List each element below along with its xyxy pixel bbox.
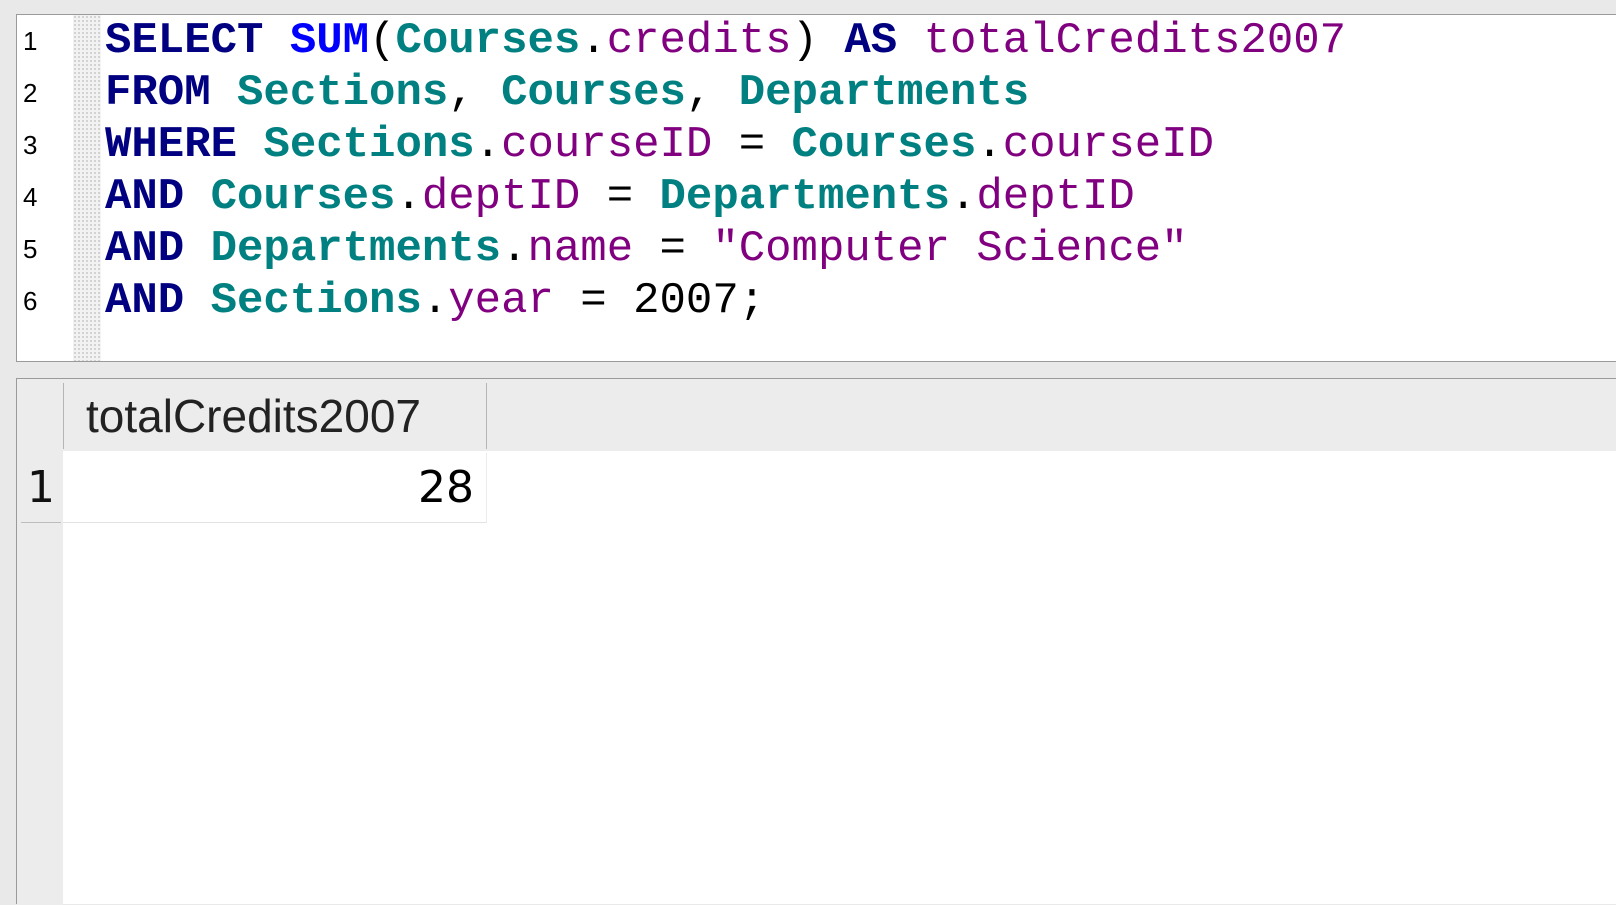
- code-line[interactable]: WHERE Sections.courseID = Courses.course…: [105, 119, 1214, 171]
- code-token-kw: WHERE: [105, 120, 238, 170]
- code-token-kw: AS: [844, 16, 898, 66]
- line-number: 1: [23, 26, 38, 56]
- line-number: 6: [23, 286, 38, 316]
- row-number[interactable]: 1: [21, 453, 61, 523]
- code-token-tbl: Sections: [210, 276, 422, 326]
- code-token-tbl: Courses: [791, 120, 977, 170]
- code-token-pl: .: [976, 120, 1003, 170]
- code-token-tbl: Courses: [395, 16, 581, 66]
- code-token-pl: =: [633, 224, 713, 274]
- code-token-tbl: Sections: [263, 120, 475, 170]
- code-line[interactable]: SELECT SUM(Courses.credits) AS totalCred…: [105, 15, 1346, 67]
- code-token-kw: AND: [105, 224, 185, 274]
- code-token-col: courseID: [501, 120, 713, 170]
- code-token-pl: .: [395, 172, 422, 222]
- line-number: 2: [23, 78, 38, 108]
- code-token-col: name: [527, 224, 634, 274]
- code-line[interactable]: AND Courses.deptID = Departments.deptID: [105, 171, 1135, 223]
- line-number: 4: [23, 182, 38, 212]
- sql-editor[interactable]: 1 2 3 4 5 6 SELECT SUM(Courses.credits) AS tot…: [16, 14, 1616, 362]
- code-token-tbl: Sections: [237, 68, 449, 118]
- code-token-fn: SUM: [289, 16, 370, 66]
- code-token-pl: ): [791, 16, 845, 66]
- code-token-kw: AND: [105, 276, 185, 326]
- code-token-tbl: Courses: [210, 172, 396, 222]
- code-token-col: courseID: [1002, 120, 1215, 170]
- code-token-pl: .: [580, 16, 607, 66]
- code-line[interactable]: AND Sections.year = 2007;: [105, 275, 765, 327]
- results-grid[interactable]: totalCredits2007 1 28: [16, 378, 1616, 905]
- fold-margin: [73, 15, 101, 361]
- code-line[interactable]: AND Departments.name = "Computer Science…: [105, 223, 1188, 275]
- code-token-col: credits: [606, 16, 792, 66]
- code-token-num: 2007: [633, 276, 739, 326]
- line-number: 3: [23, 130, 38, 160]
- code-token-col: year: [448, 276, 554, 326]
- code-token-pl: (: [369, 16, 396, 66]
- code-token-pl: .: [474, 120, 502, 170]
- code-token-pl: .: [421, 276, 449, 326]
- code-line[interactable]: FROM Sections, Courses, Departments: [105, 67, 1029, 119]
- code-token-tbl: Departments: [659, 172, 950, 222]
- code-token-pl: ;: [738, 276, 766, 326]
- code-token-str: "Computer Science": [712, 224, 1188, 274]
- code-token-kw: FROM: [105, 68, 211, 118]
- code-token-col: deptID: [421, 172, 581, 222]
- code-token-pl: ,: [685, 68, 739, 118]
- line-number: 5: [23, 234, 38, 264]
- code-token-tbl: Departments: [738, 68, 1030, 118]
- code-token-tbl: Courses: [501, 68, 686, 118]
- code-token-pl: =: [580, 172, 660, 222]
- code-token-pl: .: [949, 172, 977, 222]
- code-token-pl: ,: [448, 68, 502, 118]
- code-token-pl: =: [712, 120, 792, 170]
- result-cell[interactable]: 28: [63, 453, 487, 523]
- code-token-pl: =: [553, 276, 634, 326]
- code-token-kw: AND: [105, 172, 185, 222]
- code-token-kw: SELECT: [105, 16, 264, 66]
- column-header-totalcredits2007[interactable]: totalCredits2007: [63, 383, 487, 449]
- code-token-col: totalCredits2007: [923, 16, 1347, 66]
- code-token-col: deptID: [976, 172, 1135, 222]
- code-token-tbl: Departments: [210, 224, 502, 274]
- code-token-pl: .: [501, 224, 528, 274]
